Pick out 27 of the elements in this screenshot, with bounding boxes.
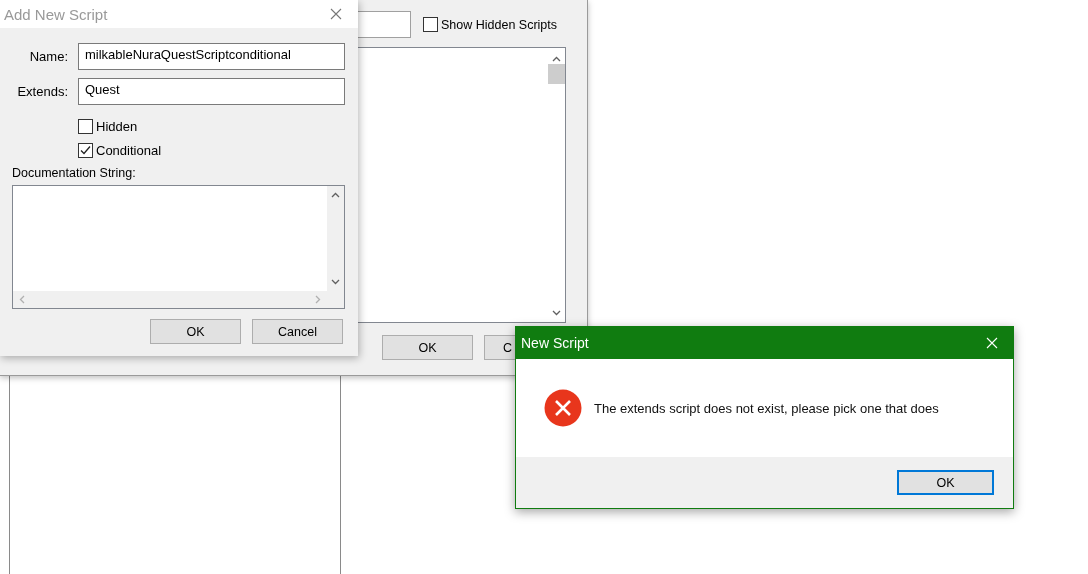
text-area[interactable]: [12, 185, 345, 309]
field-label: Name:: [28, 49, 68, 64]
ok-button[interactable]: OK: [382, 335, 473, 360]
dialog-button[interactable]: C: [484, 335, 515, 360]
field-label: Extends:: [16, 84, 68, 99]
close-icon[interactable]: [330, 8, 342, 20]
cancel-button[interactable]: Cancel: [252, 319, 343, 344]
field-label: Documentation String:: [12, 166, 137, 180]
scroll-down-icon[interactable]: [552, 310, 561, 316]
scroll-down-icon[interactable]: [331, 279, 340, 285]
error-message: The extends script does not exist, please pick one that does: [594, 400, 939, 416]
window-title: Add New Script: [4, 5, 108, 23]
scrollbar-thumb[interactable]: [548, 64, 565, 84]
checkbox[interactable]: [78, 142, 93, 158]
checkbox-label: Conditional: [96, 142, 162, 158]
ok-button[interactable]: OK: [897, 470, 994, 495]
checkbox-label: Show Hidden Scripts: [441, 17, 558, 32]
checkbox-label: Hidden: [96, 118, 138, 134]
input-field[interactable]: milkableNuraQuestScriptconditional: [78, 43, 345, 70]
ok-button[interactable]: OK: [150, 319, 241, 344]
checkbox[interactable]: [78, 118, 93, 134]
scroll-up-icon[interactable]: [331, 192, 340, 198]
window-title: New Script: [521, 335, 589, 351]
checkbox[interactable]: [423, 17, 438, 32]
error-icon: [544, 389, 582, 427]
scroll-up-icon[interactable]: [552, 56, 561, 62]
input-field[interactable]: Quest: [78, 78, 345, 105]
